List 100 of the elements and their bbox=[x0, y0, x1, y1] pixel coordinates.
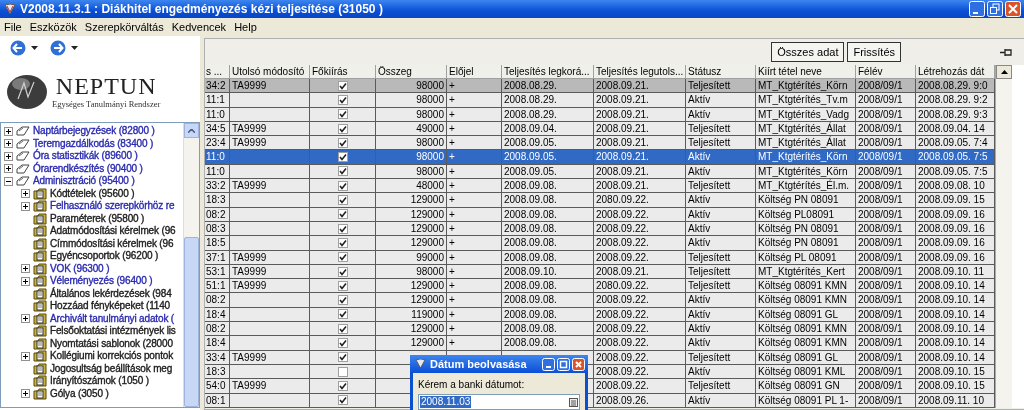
table-row[interactable]: 08:2 129000 + 2008.09.08. 2008.09.22. Aktív Költség 08091 KMN 2008/09/1 2008.09.10. 14 bbox=[205, 293, 995, 308]
tree-item[interactable]: Naptárbejegyzések (82800 ) bbox=[33, 125, 155, 138]
checkbox[interactable] bbox=[337, 252, 348, 263]
toolbar-button[interactable]: Összes adat bbox=[771, 42, 845, 62]
checkbox[interactable] bbox=[337, 352, 348, 363]
minimize-button[interactable] bbox=[542, 357, 555, 371]
plus-box-icon[interactable] bbox=[21, 276, 30, 286]
plus-box-icon[interactable] bbox=[21, 389, 30, 399]
table-row[interactable]: 33:2 TA9999 48000 + 2008.09.08. 2008.09.21. Teljesített MT_Ktgtérítés_Él.m. 2008/09/1 2008.09.08. 10 bbox=[205, 179, 995, 194]
checkbox[interactable] bbox=[337, 295, 348, 306]
plus-box-icon[interactable] bbox=[4, 151, 13, 161]
tree-item[interactable]: Óra statisztikák (89600 ) bbox=[33, 150, 138, 163]
menu-item[interactable]: File bbox=[0, 21, 26, 33]
checkbox[interactable] bbox=[337, 109, 348, 120]
checkbox[interactable] bbox=[337, 137, 348, 148]
table-row[interactable]: 51:1 TA9999 129000 + 2008.09.08. 2080.09.22. Teljesített Költség 08091 KMN 2008/09/1 2008.09.10. 14 bbox=[205, 279, 995, 294]
toolbar-button[interactable]: Frissítés bbox=[847, 42, 901, 62]
table-row[interactable]: 23:4 TA9999 98000 + 2008.09.05. 2008.09.21. Teljesített MT_Ktgtérítés_Állat 2008/09/1 2008.09.05. 7:4 bbox=[205, 136, 995, 151]
tree-item[interactable]: Felhasználó szerepkörhöz re bbox=[50, 200, 175, 213]
minus-box-icon[interactable] bbox=[4, 176, 13, 186]
tree-item[interactable]: Véleményezés (96400 ) bbox=[50, 275, 153, 288]
menu-item[interactable]: Eszközök bbox=[25, 21, 81, 33]
plus-box-icon[interactable] bbox=[21, 314, 30, 324]
back-button[interactable] bbox=[10, 40, 38, 56]
date-input-field[interactable]: 2008.11.03 bbox=[418, 394, 580, 410]
plus-box-icon[interactable] bbox=[4, 126, 13, 136]
menu-item[interactable]: Szerepkörváltás bbox=[80, 21, 168, 33]
plus-box-icon[interactable] bbox=[4, 164, 13, 174]
checkbox[interactable] bbox=[337, 223, 348, 234]
pin-icon[interactable] bbox=[1000, 47, 1012, 57]
scrollbar-thumb[interactable] bbox=[184, 237, 199, 407]
checkbox[interactable] bbox=[337, 80, 348, 91]
tree-item[interactable]: Irányítószámok (1050 ) bbox=[50, 375, 149, 388]
forward-button[interactable] bbox=[50, 40, 78, 56]
tree-item[interactable]: Jogosultság beállítások meg bbox=[50, 362, 173, 375]
tree-item[interactable]: Hozzáad fényképeket (1140 bbox=[50, 300, 171, 313]
table-row[interactable]: 11:1 98000 + 2008.08.29. 2008.09.21. Aktív MT_Ktgtérítés_Tv.m 2008/09/1 2008.08.29. 9:2 bbox=[205, 93, 995, 108]
table-row[interactable]: 18:4 129000 + 2008.09.08. 2008.09.22. Aktív Költség 08091 KMN 2008/09/1 2008.09.10. 14 bbox=[205, 336, 995, 351]
table-row[interactable]: 34:2 TA9999 98000 + 2008.08.29. 2008.09.21. Teljesített MT_Ktgtérítés_Körn 2008/09/1 2008.08.29. 9:0 bbox=[205, 79, 995, 94]
restore-button[interactable] bbox=[987, 1, 1003, 17]
plus-box-icon[interactable] bbox=[21, 201, 30, 211]
tree-item[interactable]: Felsőoktatási intézmények lis bbox=[50, 325, 176, 338]
tree-item[interactable]: Adatmódosítási kérelmek (96 bbox=[50, 225, 176, 238]
tree-item[interactable]: Nyomtatási sablonok (28000 bbox=[50, 337, 173, 350]
column-header[interactable]: Utolsó módosító bbox=[230, 65, 310, 79]
menu-item[interactable]: Kedvencek bbox=[167, 21, 231, 33]
plus-box-icon[interactable] bbox=[21, 264, 30, 274]
tree-item[interactable]: Adminisztráció (95400 ) bbox=[33, 175, 135, 188]
minimize-button[interactable] bbox=[969, 1, 985, 17]
tree-item[interactable]: Paraméterek (95800 ) bbox=[50, 212, 145, 225]
column-header[interactable]: Kiírt tétel neve bbox=[756, 65, 856, 79]
checkbox[interactable] bbox=[337, 166, 348, 177]
checkbox[interactable] bbox=[337, 395, 348, 406]
close-button[interactable] bbox=[572, 357, 585, 371]
plus-box-icon[interactable] bbox=[21, 189, 30, 199]
tree-item[interactable]: Általános lekérdezések (984 bbox=[50, 287, 172, 300]
close-button[interactable] bbox=[1005, 1, 1021, 17]
checkbox[interactable] bbox=[337, 195, 348, 205]
column-header[interactable]: Félév bbox=[856, 65, 916, 79]
tree-item[interactable]: Kódtételek (95600 ) bbox=[50, 187, 135, 200]
plus-box-icon[interactable] bbox=[4, 139, 13, 149]
column-header[interactable]: Előjel bbox=[447, 65, 502, 79]
checkbox[interactable] bbox=[337, 366, 348, 377]
tree-item[interactable]: Kollégiumi korrekciós pontok bbox=[50, 350, 174, 363]
tree-item[interactable]: Egyéncsoportok (96200 ) bbox=[50, 250, 159, 263]
checkbox[interactable] bbox=[337, 94, 348, 105]
tree-item[interactable]: Gólya (3050 ) bbox=[50, 387, 109, 400]
tree-item[interactable]: Archivált tanulmányi adatok ( bbox=[50, 312, 175, 325]
checkbox[interactable] bbox=[337, 280, 348, 291]
checkbox[interactable] bbox=[337, 123, 348, 134]
checkbox[interactable] bbox=[337, 323, 348, 334]
menu-item[interactable]: Help bbox=[230, 21, 261, 33]
checkbox[interactable] bbox=[337, 152, 348, 163]
tree-item[interactable]: Teremgazdálkodás (83400 ) bbox=[33, 137, 154, 150]
checkbox[interactable] bbox=[337, 209, 348, 220]
column-header[interactable]: s ... bbox=[205, 65, 230, 79]
plus-box-icon[interactable] bbox=[21, 351, 30, 361]
column-header[interactable]: Státusz bbox=[686, 65, 756, 79]
checkbox[interactable] bbox=[337, 338, 348, 348]
tree-item[interactable]: VOK (96300 ) bbox=[50, 262, 110, 275]
checkbox[interactable] bbox=[337, 380, 348, 391]
scroll-up-button[interactable] bbox=[996, 65, 1012, 79]
column-header[interactable]: Főkiírás bbox=[310, 65, 376, 79]
column-header[interactable]: Teljesítés legutols... bbox=[594, 65, 686, 79]
column-header[interactable]: Teljesítés legkorá... bbox=[502, 65, 594, 79]
calendar-icon[interactable] bbox=[569, 397, 578, 407]
checkbox[interactable] bbox=[337, 309, 348, 320]
table-row[interactable]: 18:5 129000 + 2008.09.08. 2008.09.22. Aktív Költség PN 08091 2008/09/1 2008.09.09. 16 bbox=[205, 236, 995, 251]
scrollbar[interactable] bbox=[995, 65, 1012, 408]
maximize-button[interactable] bbox=[557, 357, 570, 371]
column-header[interactable]: Összeg bbox=[376, 65, 447, 79]
tree-item[interactable]: Címmódosítási kérelmek (96 bbox=[50, 237, 174, 250]
checkbox[interactable] bbox=[337, 237, 348, 248]
table-row[interactable]: 08:2 129000 + 2008.09.08. 2008.09.22. Aktív Költség 08091 KMN 2008/09/1 2008.09.10. 14 bbox=[205, 322, 995, 337]
checkbox[interactable] bbox=[337, 180, 348, 191]
table-row[interactable]: 11:0 98000 + 2008.09.05. 2008.09.21. Aktív MT_Ktgtérítés_Körn 2008/09/1 2008.09.05. 7:5 bbox=[205, 150, 995, 165]
table-row[interactable]: 18:3 129000 + 2008.09.08. 2080.09.22. Aktív Költség PN 08091 2008/09/1 2008.09.09. 15 bbox=[205, 193, 995, 208]
column-header[interactable]: Létrehozás dát bbox=[916, 65, 995, 79]
tree-item[interactable]: Órarendkészítés (90400 ) bbox=[33, 162, 143, 175]
checkbox[interactable] bbox=[337, 266, 348, 277]
